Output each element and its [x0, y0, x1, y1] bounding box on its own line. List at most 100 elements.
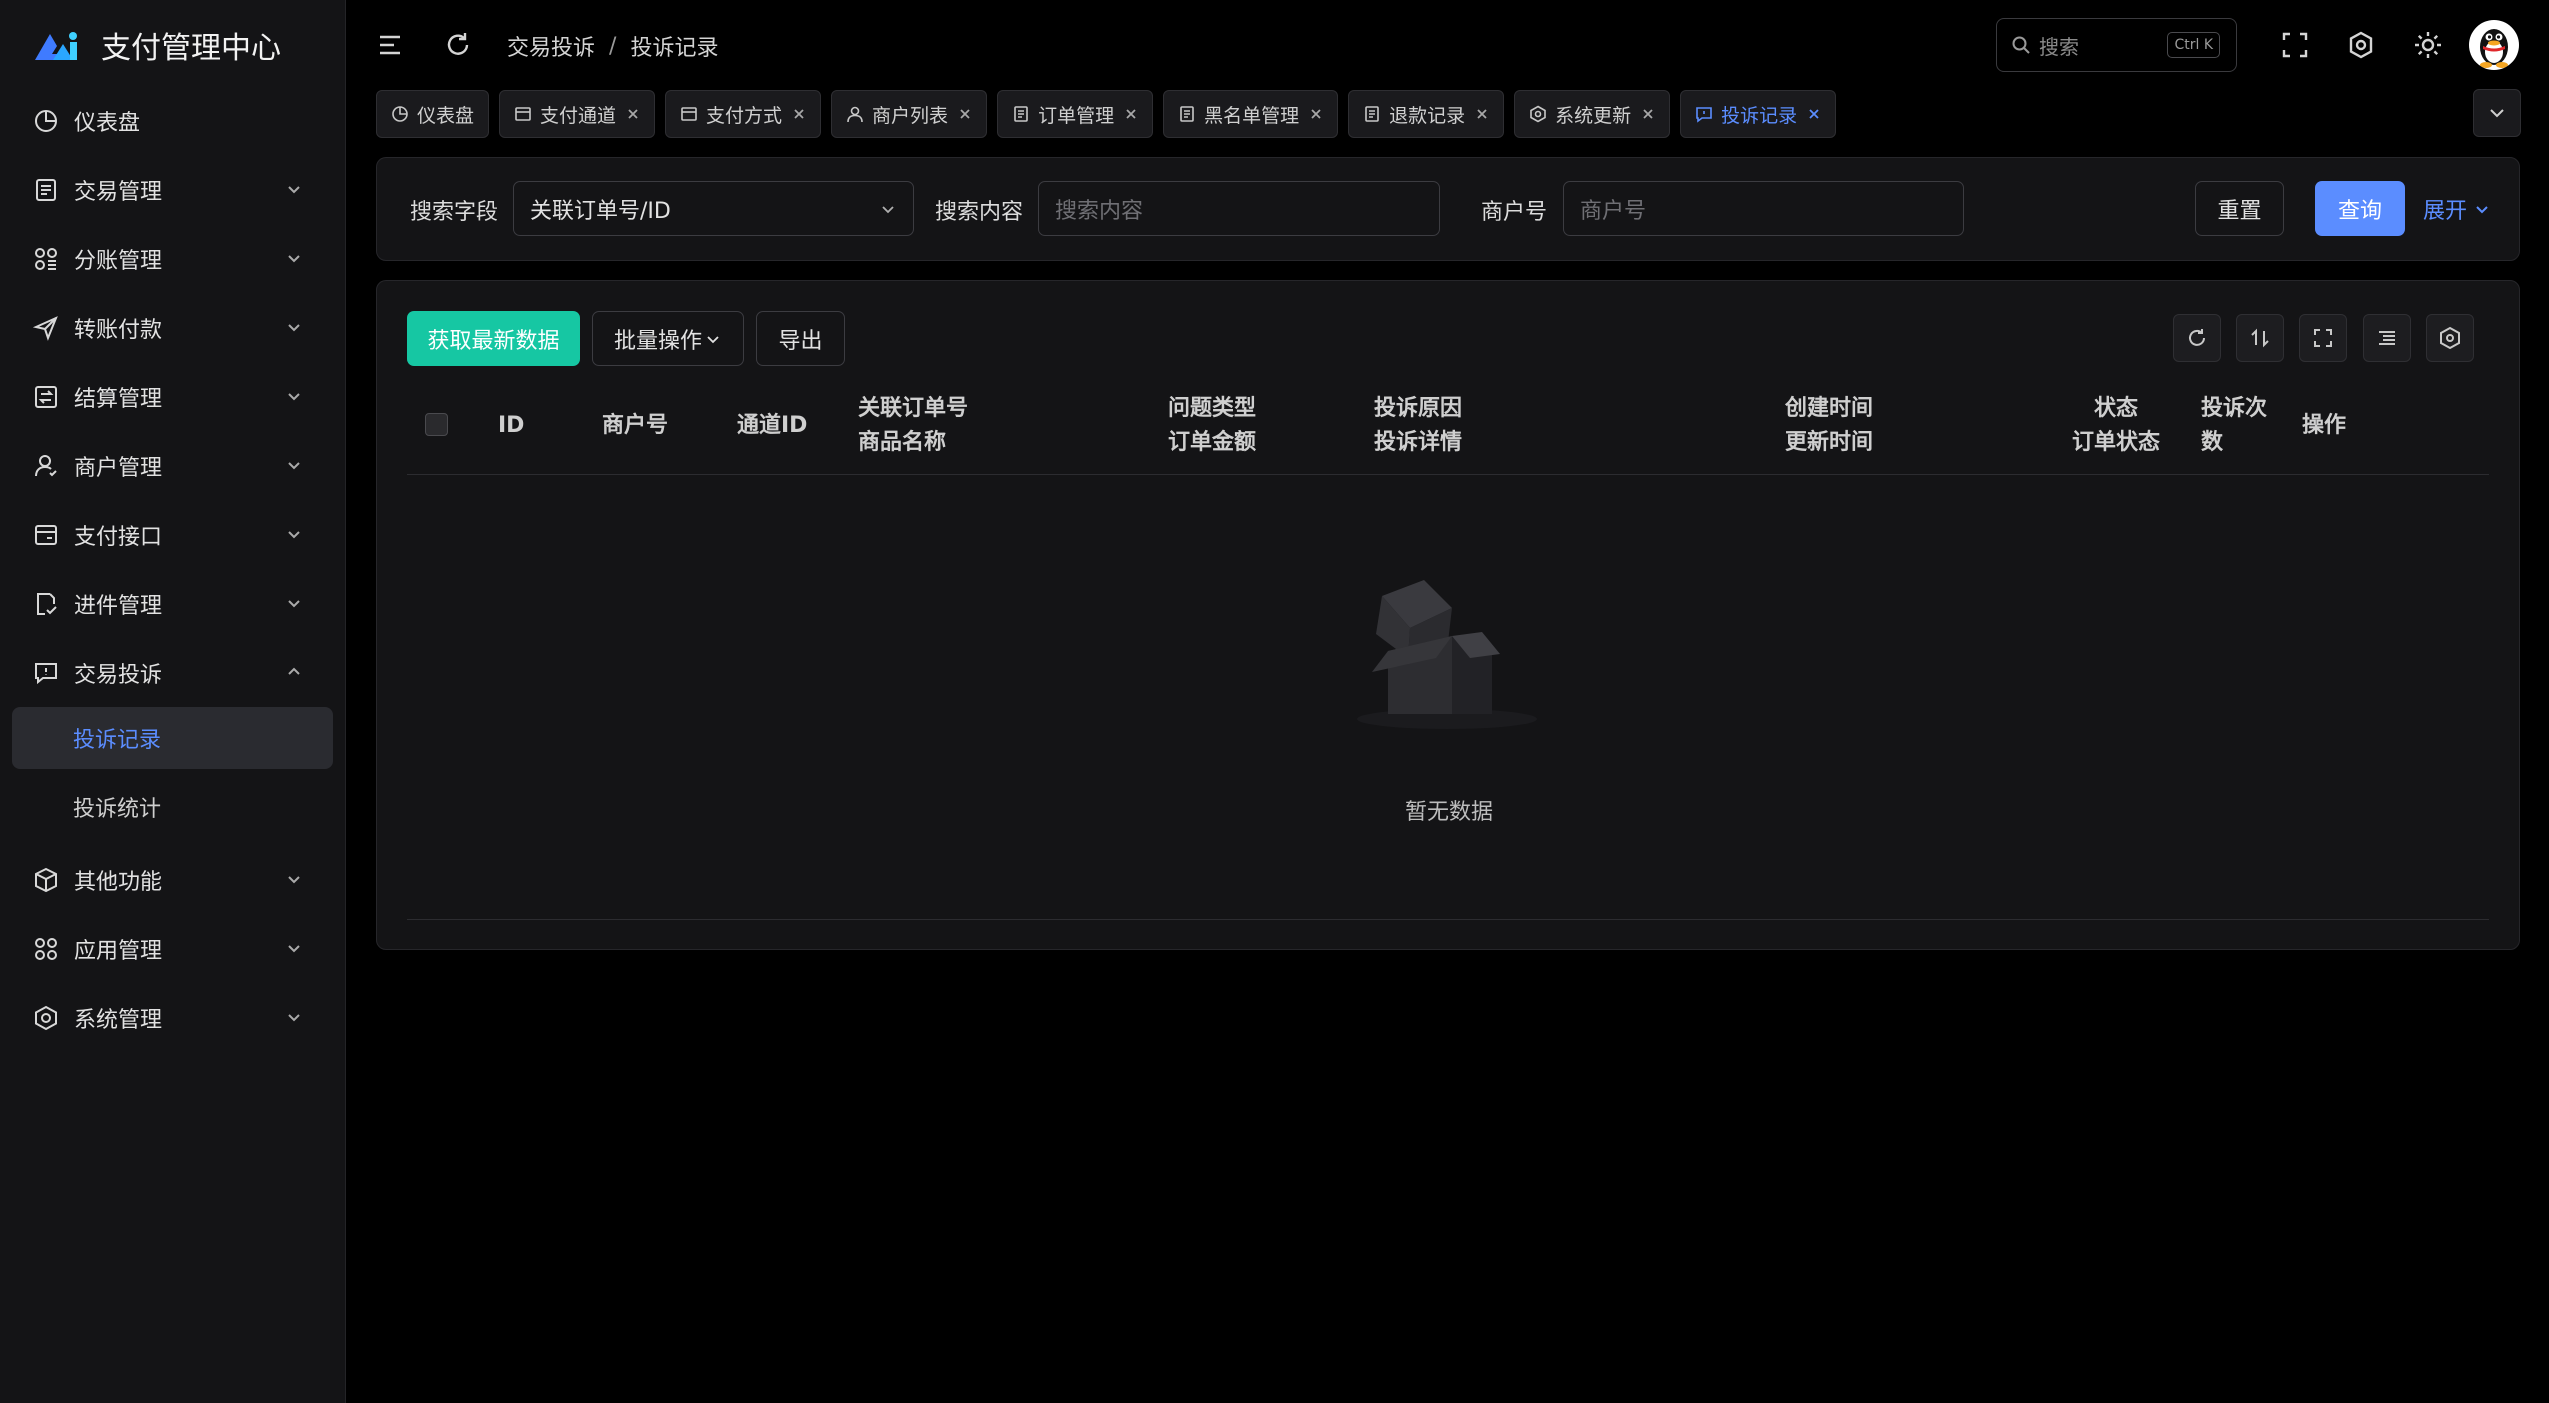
column-title: 操作: [2302, 413, 2347, 438]
sidebar-subitem-complaint-stats[interactable]: 投诉统计: [0, 776, 346, 838]
search-field-select[interactable]: 关联订单号/ID: [513, 181, 914, 236]
column-header-id[interactable]: ID: [498, 409, 524, 443]
sidebar-item-dashboard[interactable]: 仪表盘: [0, 86, 346, 155]
app-title: 支付管理中心: [101, 31, 281, 66]
column-title: 商户号: [602, 413, 669, 438]
tab-complaint-records[interactable]: 投诉记录: [1680, 90, 1837, 138]
expand-button[interactable]: 展开: [2417, 181, 2497, 236]
column-header-order-product[interactable]: 关联订单号 商品名称: [858, 392, 968, 460]
expand-label: 展开: [2422, 198, 2467, 224]
column-header-channel-id[interactable]: 通道ID: [737, 409, 807, 443]
tab-refund-records[interactable]: 退款记录: [1348, 90, 1505, 138]
search-content-input[interactable]: 搜索内容: [1038, 181, 1440, 236]
global-search[interactable]: 搜索 Ctrl K: [1996, 18, 2237, 72]
fullscreen-icon[interactable]: [2280, 30, 2310, 60]
column-title: 投诉次: [2201, 396, 2268, 421]
table-density-button[interactable]: [2363, 314, 2411, 362]
close-icon[interactable]: [1641, 107, 1655, 121]
sidebar-item-label: 转账付款: [74, 317, 163, 343]
close-icon[interactable]: [1124, 107, 1138, 121]
chevron-down-icon: [288, 600, 300, 608]
search-content-placeholder: 搜索内容: [1055, 198, 1144, 224]
close-icon[interactable]: [626, 107, 640, 121]
sidebar-item-complaint[interactable]: 交易投诉: [0, 638, 346, 707]
table-bottom-divider: [407, 919, 2489, 920]
empty-state-text: 暂无数据: [1404, 800, 1493, 825]
app-logo[interactable]: 支付管理中心: [33, 22, 281, 68]
hexagon-settings-icon: [1530, 105, 1546, 123]
sidebar-item-split[interactable]: 分账管理: [0, 224, 346, 293]
menu-toggle-icon[interactable]: [376, 30, 406, 60]
search-icon: [2012, 36, 2030, 54]
theme-toggle-icon[interactable]: [2413, 30, 2443, 60]
tab-system-update[interactable]: 系统更新: [1514, 90, 1671, 138]
tab-merchant-list[interactable]: 商户列表: [831, 90, 988, 138]
send-icon: [33, 315, 58, 341]
sidebar-item-label: 仪表盘: [74, 110, 141, 136]
chevron-down-icon: [288, 531, 300, 539]
column-subtitle: 订单金额: [1168, 430, 1257, 455]
tab-payment-channel[interactable]: 支付通道: [499, 90, 656, 138]
settings-icon[interactable]: [2346, 30, 2376, 60]
select-all-checkbox[interactable]: [425, 413, 448, 436]
search-shortcut: Ctrl K: [2167, 32, 2220, 58]
sidebar-subitem-complaint-records[interactable]: 投诉记录: [12, 707, 333, 769]
penguin-avatar-icon: [2480, 29, 2508, 68]
tab-label: 仪表盘: [417, 104, 475, 127]
batch-actions-button[interactable]: 批量操作: [592, 311, 744, 366]
chevron-down-icon: [288, 945, 300, 953]
close-icon[interactable]: [958, 107, 972, 121]
tab-label: 支付方式: [706, 104, 783, 127]
sidebar-item-system[interactable]: 系统管理: [0, 983, 346, 1052]
close-icon[interactable]: [1475, 107, 1489, 121]
query-button[interactable]: 查询: [2315, 181, 2405, 236]
table-fullscreen-button[interactable]: [2299, 314, 2347, 362]
tabs-more-button[interactable]: [2473, 89, 2521, 137]
chevron-down-icon: [288, 393, 300, 401]
sidebar-item-merchant[interactable]: 商户管理: [0, 431, 346, 500]
tab-blacklist[interactable]: 黑名单管理: [1163, 90, 1339, 138]
sidebar-item-apps[interactable]: 应用管理: [0, 914, 346, 983]
sidebar-item-other[interactable]: 其他功能: [0, 845, 346, 914]
empty-box-icon: [1357, 580, 1537, 729]
fetch-latest-button[interactable]: 获取最新数据: [407, 311, 580, 366]
sidebar-item-settlement[interactable]: 结算管理: [0, 362, 346, 431]
column-title: 创建时间: [1785, 396, 1874, 421]
close-icon[interactable]: [1309, 107, 1323, 121]
column-title: 投诉原因: [1374, 396, 1463, 421]
column-header-issue-amount[interactable]: 问题类型 订单金额: [1168, 392, 1256, 460]
tab-dashboard[interactable]: 仪表盘: [376, 90, 490, 138]
table-sort-button[interactable]: [2236, 314, 2284, 362]
column-title: 问题类型: [1168, 396, 1257, 421]
batch-actions-label: 批量操作: [613, 328, 702, 354]
column-header-merchant-no[interactable]: 商户号: [602, 409, 668, 443]
sidebar-subitem-label: 投诉统计: [73, 797, 162, 822]
table-settings-button[interactable]: [2426, 314, 2474, 362]
reset-button[interactable]: 重置: [2195, 181, 2284, 236]
table-panel: 获取最新数据 批量操作 导出 ID 商户号 通道ID 关联订单号 商品名称 问题…: [376, 280, 2520, 950]
column-header-status[interactable]: 状态 订单状态: [2072, 392, 2160, 460]
sidebar-item-payment-interface[interactable]: 支付接口: [0, 500, 346, 569]
column-title: 通道ID: [737, 413, 808, 438]
sidebar-item-onboarding[interactable]: 进件管理: [0, 569, 346, 638]
chevron-down-icon: [2490, 109, 2504, 118]
tab-order-management[interactable]: 订单管理: [997, 90, 1154, 138]
table-refresh-button[interactable]: [2173, 314, 2221, 362]
sidebar-item-transfer[interactable]: 转账付款: [0, 293, 346, 362]
tab-payment-method[interactable]: 支付方式: [665, 90, 822, 138]
document-icon: [1180, 106, 1194, 122]
close-icon[interactable]: [1807, 107, 1821, 121]
fullscreen-icon: [2314, 329, 2332, 347]
refresh-icon[interactable]: [443, 30, 473, 60]
close-icon[interactable]: [792, 107, 806, 121]
cube-icon: [35, 867, 57, 892]
column-header-complaint-count[interactable]: 投诉次 数: [2201, 392, 2267, 460]
column-title: ID: [498, 413, 525, 438]
column-header-reason-detail[interactable]: 投诉原因 投诉详情: [1374, 392, 1462, 460]
merchant-no-input[interactable]: 商户号: [1563, 181, 1964, 236]
export-button[interactable]: 导出: [756, 311, 845, 366]
breadcrumb-item[interactable]: 交易投诉: [507, 30, 595, 62]
column-header-created-updated[interactable]: 创建时间 更新时间: [1785, 392, 1873, 460]
user-avatar[interactable]: [2469, 20, 2519, 70]
sidebar-item-trade[interactable]: 交易管理: [0, 155, 346, 224]
